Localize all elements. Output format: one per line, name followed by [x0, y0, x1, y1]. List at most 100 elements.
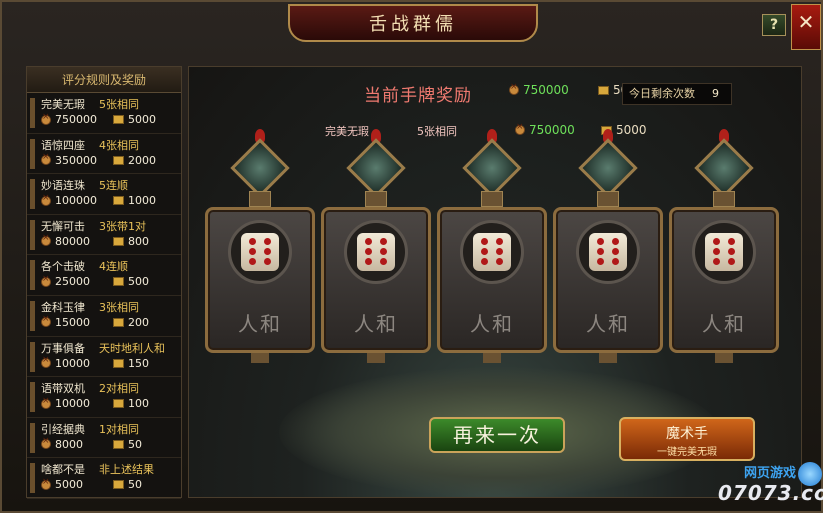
today-remaining-box: 今日剩余次数 9: [622, 83, 732, 105]
die-pip: [612, 248, 619, 255]
rule-reward: 750000 5000: [41, 112, 175, 126]
rule-reward: 8000 50: [41, 436, 175, 451]
rule-condition: 4张相同: [99, 138, 139, 152]
coin-icon: [41, 112, 51, 125]
rule-books: 100: [128, 397, 149, 411]
card-hanger: [249, 191, 271, 207]
die-pip: [612, 258, 619, 265]
today-remaining-value: 9: [712, 87, 719, 100]
rule-reward: 10000 100: [41, 396, 175, 411]
coin-icon: [41, 355, 51, 369]
die-six-icon: [473, 233, 511, 271]
die-pip: [380, 248, 387, 255]
rule-condition: 非上述结果: [99, 463, 154, 477]
hand-card[interactable]: 人和: [437, 129, 547, 363]
die-pip: [264, 248, 271, 255]
book-icon: [113, 236, 124, 246]
rule-row: 语惊四座 4张相同350000 2000: [27, 134, 181, 175]
rules-list: 完美无瑕 5张相同750000 5000 语惊四座 4张相同350000 2000 妙语连珠…: [27, 93, 181, 499]
rule-reward: 5000 50: [41, 477, 175, 492]
die-pip: [713, 238, 720, 245]
coin-icon: [41, 436, 51, 450]
rule-header: 啥都不是 非上述结果: [41, 461, 175, 478]
rule-row: 万事俱备天时地利人和10000150: [27, 337, 181, 378]
rule-header: 语惊四座 4张相同: [41, 137, 175, 154]
book-icon: [113, 439, 124, 449]
die-pip: [481, 258, 488, 265]
rule-row: 语带双机 2对相同 10000 100: [27, 377, 181, 418]
rule-condition: 5张相同: [99, 98, 139, 111]
card-hanger: [481, 191, 503, 207]
rule-row: 金科玉律 3张相同 15000 200: [27, 296, 181, 337]
rule-condition: 1对相同: [99, 422, 139, 436]
card-foot: [251, 353, 269, 363]
rule-name: 语带双机: [41, 382, 85, 396]
combo-name: 完美无瑕: [325, 125, 369, 138]
rule-books: 50: [128, 478, 142, 492]
die-pip: [365, 248, 372, 255]
rule-coins: 15000: [55, 315, 90, 329]
rule-books: 2000: [128, 153, 156, 167]
die-pip: [713, 258, 720, 265]
die-pip: [264, 258, 271, 265]
card-rank: 人和: [586, 312, 630, 336]
die-pip: [481, 248, 488, 255]
card-hanger: [713, 191, 735, 207]
book-icon: [113, 115, 124, 124]
coin-icon: [515, 122, 525, 135]
hand-card[interactable]: 人和: [205, 129, 315, 363]
play-again-button[interactable]: 再来一次: [429, 417, 565, 453]
book-icon: [113, 317, 124, 327]
rule-reward: 80000 800: [41, 233, 175, 248]
current-hand-reward-title: 当前手牌奖励: [364, 86, 472, 106]
card-rank: 人和: [470, 312, 514, 336]
die-pip: [380, 258, 387, 265]
die-pip: [713, 248, 720, 255]
window-title-plate: 舌战群儒: [288, 4, 538, 42]
jade-gem-icon: [578, 138, 638, 198]
hand-card[interactable]: 人和: [669, 129, 779, 363]
rule-reward: 10000 150: [41, 355, 175, 370]
rule-books: 500: [128, 275, 149, 289]
book-icon: [113, 277, 124, 287]
hand-card[interactable]: 人和: [321, 129, 431, 363]
hand-card[interactable]: 人和: [553, 129, 663, 363]
scoring-rules-panel: 评分规则及奖励 完美无瑕 5张相同750000 5000 语惊四座 4张相同350000…: [26, 66, 182, 499]
rule-condition: 5连顺: [99, 179, 128, 193]
magic-hand-button[interactable]: 魔术手 一键完美无瑕: [619, 417, 755, 461]
rule-books: 50: [128, 437, 142, 451]
rule-coins: 25000: [55, 275, 90, 289]
globe-logo-icon: [798, 462, 822, 486]
die-pip: [597, 248, 604, 255]
rule-name: 无懈可击: [41, 219, 85, 233]
rule-condition: 3张带1对: [99, 219, 146, 233]
rule-name: 啥都不是: [41, 463, 85, 477]
die-pip: [264, 238, 271, 245]
jade-gem-icon: [346, 138, 406, 198]
card-rank: 人和: [702, 312, 746, 336]
die-pip: [728, 238, 735, 245]
rule-books: 200: [128, 315, 149, 329]
rule-name: 引经据典: [41, 422, 85, 436]
jade-gem-icon: [462, 138, 522, 198]
main-table: 当前手牌奖励 750000 5000 今日剩余次数 9 完美无瑕 5张相同 75…: [188, 66, 802, 498]
rule-reward: 25000 500: [41, 274, 175, 289]
rule-condition: 4连顺: [99, 260, 128, 274]
coin-icon: [41, 193, 51, 206]
rule-books: 800: [128, 234, 149, 248]
close-button[interactable]: ✕: [791, 4, 821, 50]
rule-coins: 10000: [55, 356, 90, 370]
die-pip: [597, 258, 604, 265]
rule-coins: 5000: [55, 478, 83, 492]
die-pip: [728, 248, 735, 255]
die-six-icon: [357, 233, 395, 271]
die-pip: [365, 238, 372, 245]
coin-icon: [41, 314, 51, 328]
rule-row: 无懈可击 3张带1对 80000 800: [27, 215, 181, 256]
coin-icon: [41, 274, 51, 287]
site-watermark: 网页游戏 07073.com: [718, 462, 823, 510]
book-icon: [113, 358, 124, 368]
die-pip: [728, 258, 735, 265]
help-button[interactable]: ?: [762, 14, 786, 36]
rule-header: 完美无瑕 5张相同: [41, 96, 175, 113]
